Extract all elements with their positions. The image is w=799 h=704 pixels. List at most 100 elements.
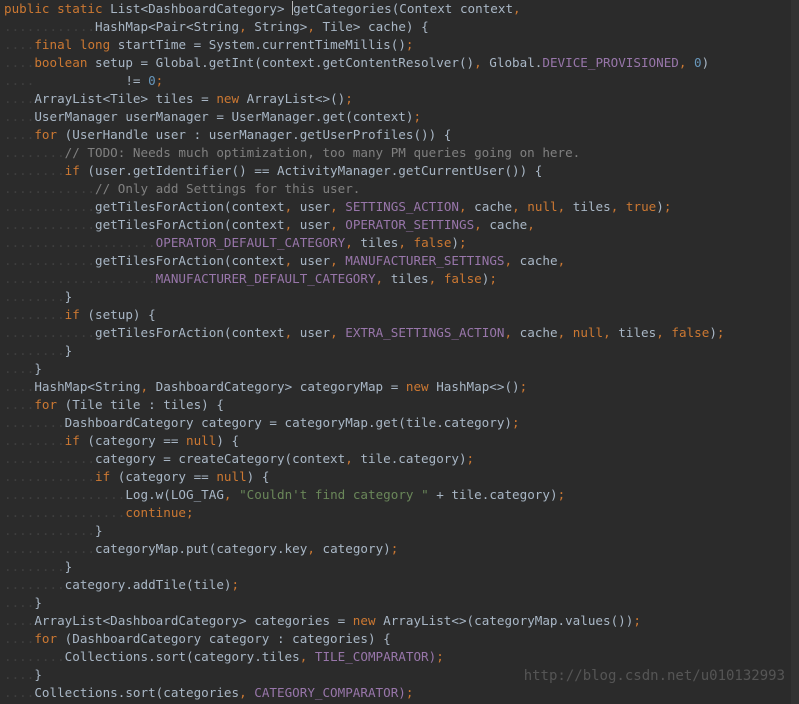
txt: cache xyxy=(512,325,558,340)
txt: DashboardCategory category = categoryMap… xyxy=(65,415,512,430)
kw-null: null xyxy=(527,199,557,214)
const: OPERATOR_SETTINGS xyxy=(338,217,474,232)
kw-if: if xyxy=(65,433,80,448)
rbrace: } xyxy=(34,595,42,610)
indent: .... xyxy=(4,595,34,610)
txt: getTilesForAction(context xyxy=(95,199,285,214)
txt: startTime = System.currentTimeMillis() xyxy=(110,37,406,52)
indent: ........ xyxy=(4,145,65,160)
string: "Couldn't find category " xyxy=(239,487,429,502)
comma: , xyxy=(345,235,353,250)
kw-final: final xyxy=(34,37,72,52)
indent: .... xyxy=(4,667,34,682)
const: MANUFACTURER_DEFAULT_CATEGORY xyxy=(156,271,376,286)
txt: (Tile tile : tiles) { xyxy=(57,397,224,412)
txt: (category == xyxy=(80,433,186,448)
indent: ................ xyxy=(4,487,125,502)
semi: ; xyxy=(512,415,520,430)
kw-for: for xyxy=(34,397,57,412)
txt: HashMap<String xyxy=(34,379,140,394)
txt: getTilesForAction(context xyxy=(95,325,285,340)
indent: .................... xyxy=(4,271,156,286)
txt: user xyxy=(292,217,330,232)
indent: ............ xyxy=(4,325,95,340)
txt: tile.category) xyxy=(353,451,467,466)
comma: , xyxy=(558,253,566,268)
comma: , xyxy=(504,325,512,340)
txt: user xyxy=(292,199,330,214)
kw-true: true xyxy=(626,199,656,214)
semi: ; xyxy=(664,199,672,214)
kw-if: if xyxy=(65,307,80,322)
txt: getTilesForAction(context xyxy=(95,253,285,268)
comma: , xyxy=(474,55,482,70)
semi: ; xyxy=(520,379,528,394)
indent: .... xyxy=(4,613,34,628)
kw-long: long xyxy=(80,37,110,52)
kw-if: if xyxy=(95,469,110,484)
semi: ; xyxy=(156,73,164,88)
const: DEVICE_PROVISIONED xyxy=(542,55,678,70)
comma: , xyxy=(679,55,687,70)
indent: .... xyxy=(4,109,34,124)
kw-null: null xyxy=(186,433,216,448)
txt: category = createCategory(context xyxy=(95,451,345,466)
comma: , xyxy=(398,235,406,250)
comma: , xyxy=(459,199,467,214)
txt: ArrayList<>(categoryMap.values()) xyxy=(376,613,634,628)
code-editor[interactable]: public static List<DashboardCategory> ge… xyxy=(0,0,799,702)
indent: .... xyxy=(4,37,34,52)
txt: Log.w(LOG_TAG xyxy=(125,487,224,502)
kw-null: null xyxy=(573,325,603,340)
comma: , xyxy=(141,379,149,394)
txt: (DashboardCategory category : categories… xyxy=(57,631,391,646)
semi: ; xyxy=(413,109,421,124)
kw-new: new xyxy=(216,91,239,106)
semi: ; xyxy=(558,487,566,502)
semi: ; xyxy=(406,685,414,700)
const: OPERATOR_DEFAULT_CATEGORY xyxy=(156,235,346,250)
txt: user xyxy=(292,253,330,268)
indent: ........ xyxy=(4,415,65,430)
semi: ; xyxy=(186,505,194,520)
comma: , xyxy=(307,541,315,556)
txt: List<DashboardCategory> xyxy=(103,1,293,16)
txt: tiles xyxy=(611,325,657,340)
semi: ; xyxy=(633,613,641,628)
rbrace: } xyxy=(65,289,73,304)
txt: ArrayList<Tile> tiles = xyxy=(34,91,216,106)
semi: ; xyxy=(406,37,414,52)
indent: ........ xyxy=(4,577,65,592)
comma: , xyxy=(429,271,437,286)
txt: UserManager userManager = UserManager.ge… xyxy=(34,109,413,124)
semi: ; xyxy=(345,91,353,106)
txt: tiles xyxy=(353,235,399,250)
txt: (user.getIdentifier() == ActivityManager… xyxy=(80,163,543,178)
comma: , xyxy=(330,325,338,340)
comma: , xyxy=(611,199,619,214)
indent: .... xyxy=(4,127,34,142)
rbrace: } xyxy=(65,343,73,358)
indent: .... xyxy=(4,631,34,646)
txt: cache xyxy=(467,199,513,214)
comma: , xyxy=(513,1,521,16)
indent: ........ xyxy=(4,559,65,574)
rbrace: } xyxy=(34,667,42,682)
rbrace: } xyxy=(34,361,42,376)
comma: , xyxy=(376,271,384,286)
txt: getCategories(Context context xyxy=(293,1,513,16)
txt: HashMap<Pair<String xyxy=(95,19,239,34)
comma: , xyxy=(239,19,247,34)
txt: ArrayList<DashboardCategory> categories … xyxy=(34,613,352,628)
txt: ) xyxy=(709,325,717,340)
indent: ........ xyxy=(4,649,65,664)
txt: ) xyxy=(702,55,710,70)
kw-static: static xyxy=(57,1,103,16)
semi: ; xyxy=(717,325,725,340)
rbrace: } xyxy=(95,523,103,538)
semi: ; xyxy=(467,451,475,466)
txt: getTilesForAction(context xyxy=(95,217,285,232)
comma: , xyxy=(345,451,353,466)
indent: ........ xyxy=(4,433,65,448)
comma: , xyxy=(307,19,315,34)
